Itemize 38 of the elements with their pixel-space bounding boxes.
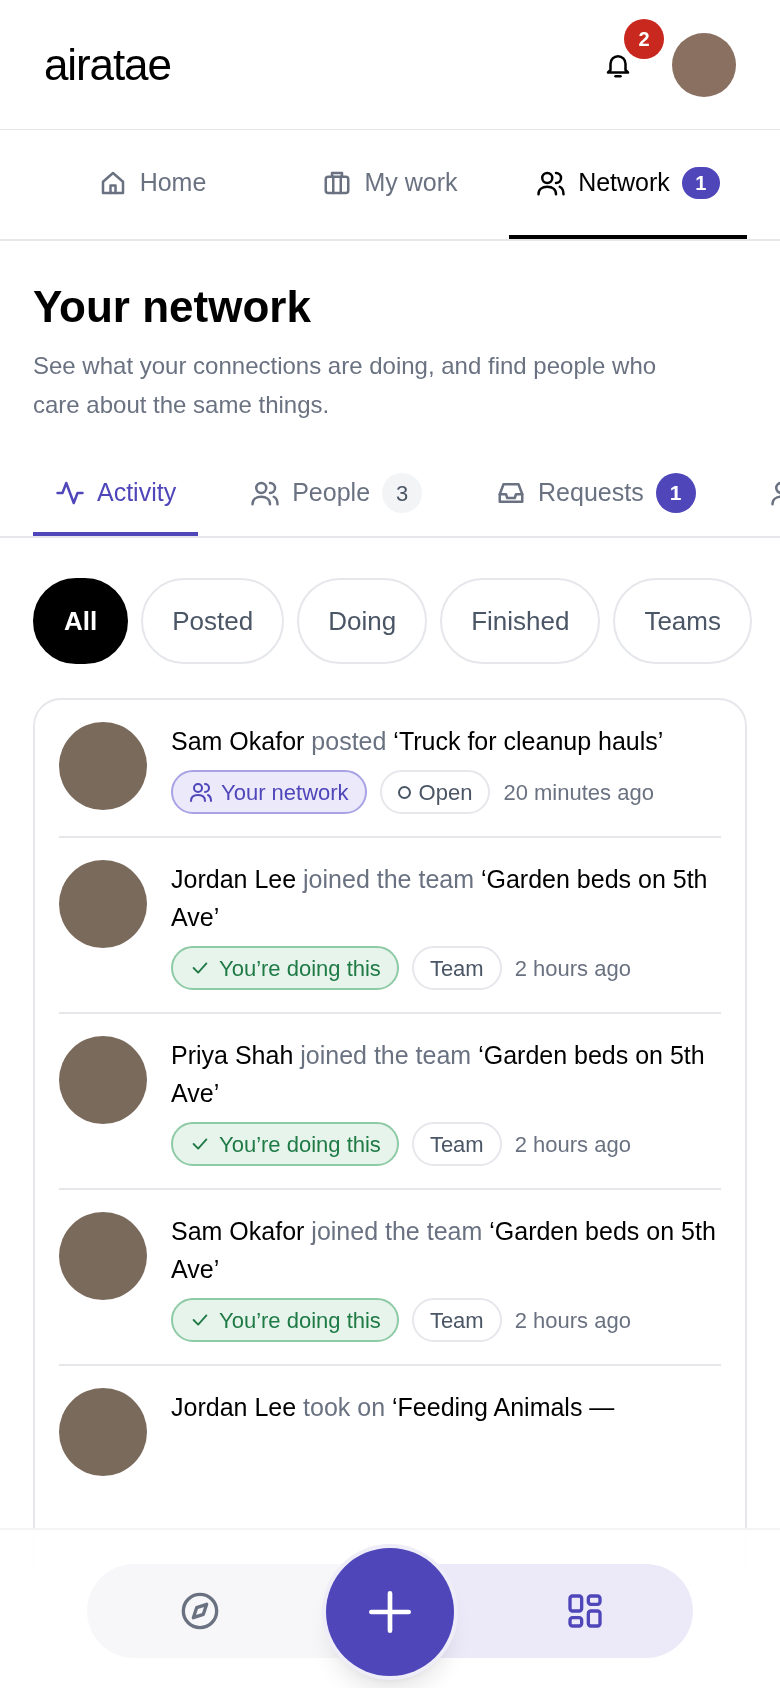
nav-tab[interactable]: My work [271, 130, 509, 239]
filter-chip[interactable]: Posted [141, 578, 285, 664]
nav-tab[interactable]: Network 1 [509, 130, 747, 239]
section-tab[interactable]: Requests 1 [474, 454, 718, 536]
time-ago: 2 hours ago [514, 954, 631, 983]
time-ago: 2 hours ago [514, 1130, 631, 1159]
app-logo[interactable]: airatae [44, 31, 171, 98]
compass-icon [180, 1591, 220, 1631]
section-tab[interactable]: Activity [33, 454, 199, 536]
doing-tag: You’re doing this [171, 1298, 399, 1342]
activity-text: Jordan Lee joined the team ‘Garden beds on 5th Ave’ [171, 864, 709, 933]
filter-chip[interactable]: All [33, 578, 129, 664]
grid-icon [565, 1591, 605, 1631]
type-tag: Team [411, 1122, 502, 1166]
status-tag: Open [379, 770, 491, 814]
filter-chip[interactable]: Doing [297, 578, 428, 664]
users-icon [189, 780, 213, 804]
network-tag: Your network [171, 770, 367, 814]
time-ago: 2 hours ago [514, 1306, 631, 1335]
section-tab[interactable]: People 3 [228, 454, 445, 536]
doing-tag: You’re doing this [171, 946, 399, 990]
time-ago: 20 minutes ago [503, 778, 654, 807]
page-title: Your network [33, 281, 312, 333]
tab-badge: 1 [655, 473, 696, 513]
tab-badge: 1 [681, 166, 720, 199]
doing-tag: You’re doing this [171, 1122, 399, 1166]
activity-text: Sam Okafor joined the team ‘Garden beds on 5th Ave’ [171, 1216, 717, 1285]
filter-chip[interactable]: Finished [440, 578, 601, 664]
page-subtitle: See what your connections are doing, and find people who care about the same things. [33, 351, 658, 420]
tab-count: 3 [382, 473, 423, 513]
nav-tab[interactable]: Home [33, 130, 271, 239]
activity-text: Sam Okafor posted ‘Truck for cleanup hauls’ [171, 726, 665, 757]
type-tag: Team [411, 1298, 502, 1342]
activity-text: Priya Shah joined the team ‘Garden beds on 5th Ave’ [171, 1040, 706, 1109]
activity-text: Jordan Lee took on ‘Feeding Animals — [171, 1392, 616, 1423]
type-tag: Team [411, 946, 502, 990]
filter-chip[interactable]: Teams [613, 578, 752, 664]
notification-count: 2 [624, 18, 664, 59]
